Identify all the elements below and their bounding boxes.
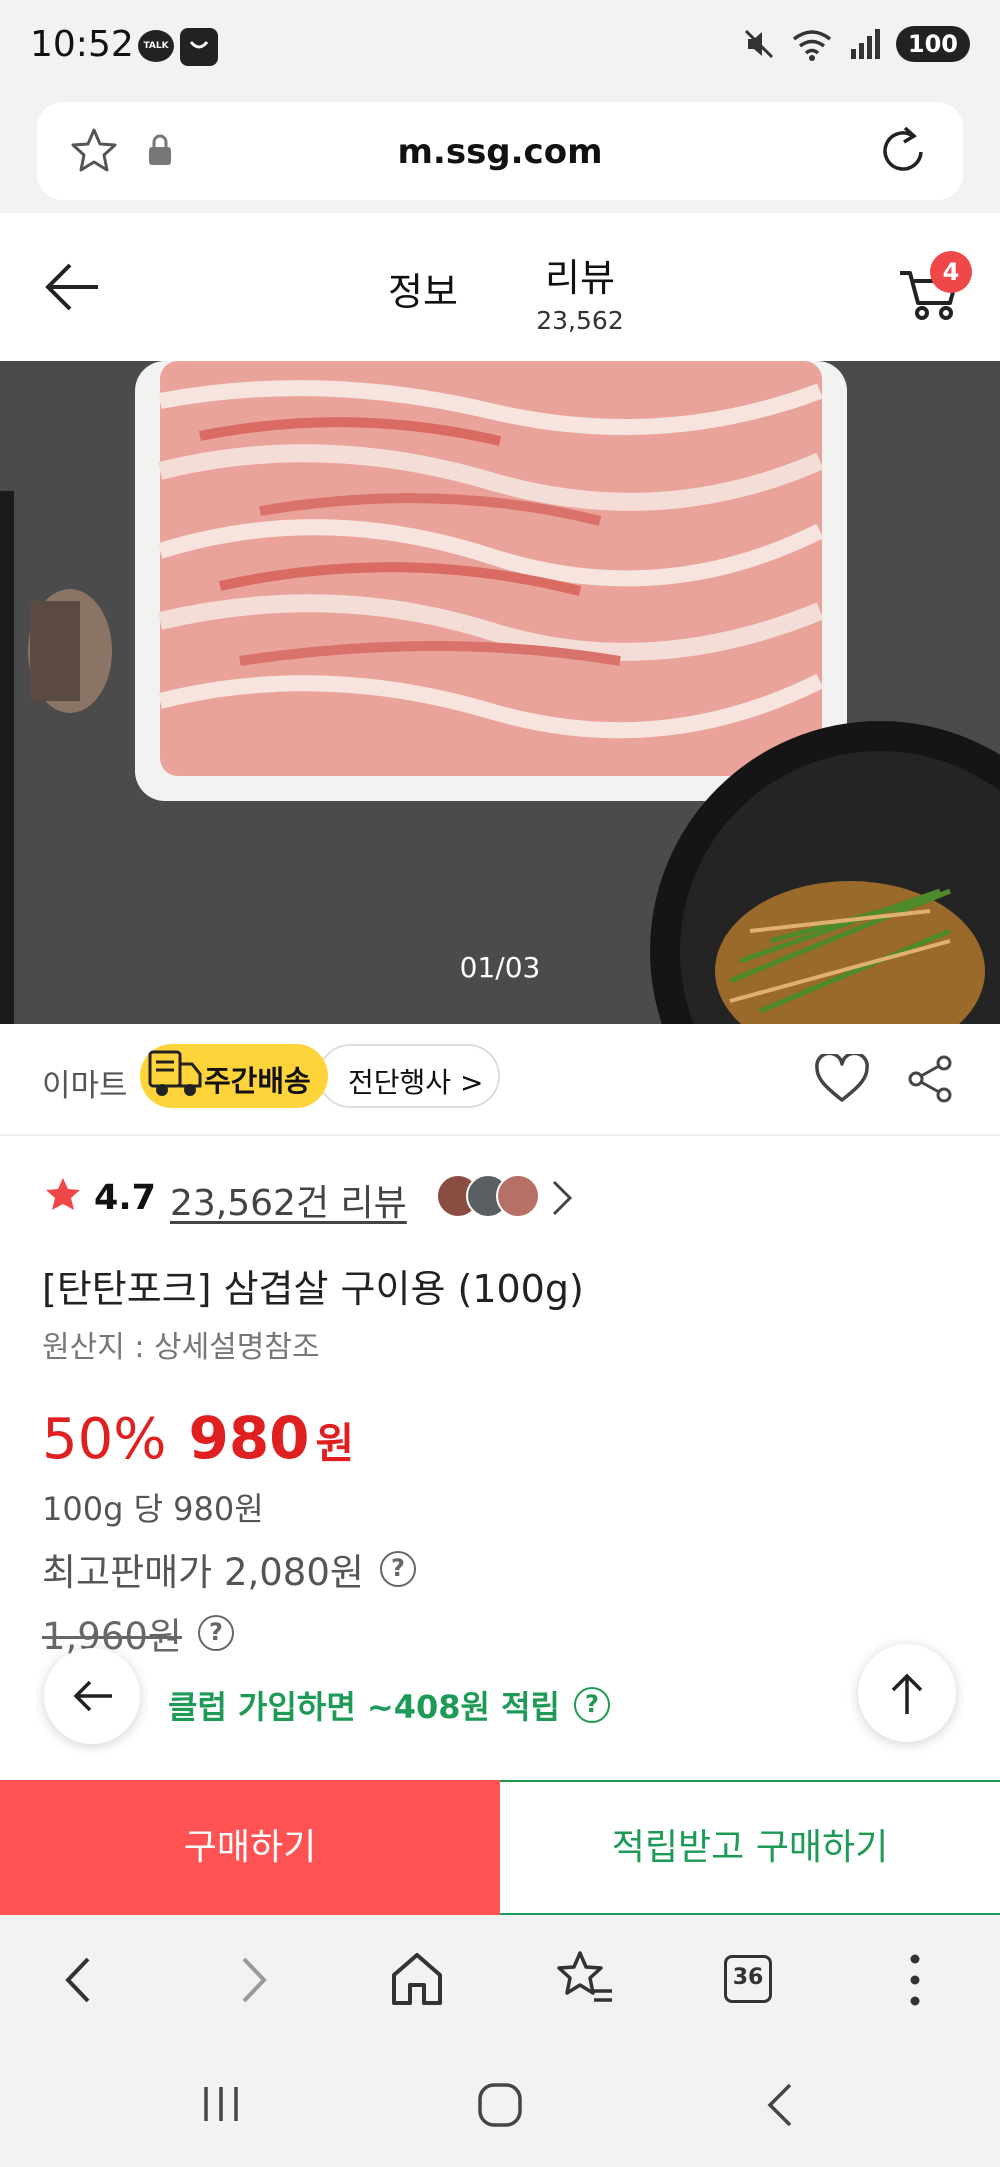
talk-notification-icon: TALK (138, 30, 174, 62)
battery-indicator: 100 (895, 26, 970, 62)
chevron-right-icon[interactable] (550, 1178, 574, 1218)
product-origin: 원산지 : 상세설명참조 (42, 1330, 320, 1365)
rating-star-icon (46, 1178, 80, 1210)
wifi-icon (792, 30, 831, 61)
tabs-button[interactable]: 36 (718, 1945, 788, 2015)
tab-info[interactable]: 정보 (388, 261, 458, 316)
more-menu-icon[interactable] (880, 1945, 950, 2015)
seller-row: 이마트 전단행사 > 주간배송 (0, 1024, 1000, 1136)
sale-price: 980 (188, 1404, 310, 1472)
mute-icon (744, 29, 773, 59)
share-icon[interactable] (906, 1054, 956, 1104)
reward-buy-button[interactable]: 적립받고 구매하기 (500, 1780, 1000, 1915)
status-time: 10:52 (30, 24, 134, 65)
review-thumbnail (496, 1174, 540, 1218)
browser-toolbar: 36 (0, 1915, 1000, 2045)
browser-forward-icon[interactable] (216, 1945, 286, 2015)
rating-row: 4.7 23,562건 리뷰 (0, 1150, 1000, 1250)
home-icon[interactable] (382, 1945, 452, 2015)
url-bar[interactable]: m.ssg.com (37, 102, 963, 200)
bookmarks-icon[interactable] (550, 1945, 620, 2015)
product-image[interactable]: 01/03 (0, 361, 1000, 1024)
max-price: 최고판매가 2,080원 (42, 1551, 364, 1594)
product-title: [탄탄포크] 삼겹살 구이용 (100g) (42, 1267, 584, 1311)
tab-review-count: 23,562 (536, 306, 624, 335)
image-counter: 01/03 (459, 951, 541, 984)
system-back-icon[interactable] (762, 2081, 798, 2129)
back-arrow-icon (73, 1680, 112, 1712)
weekly-delivery-label: 주간배송 (204, 1064, 311, 1098)
status-bar: 10:52 TALK 100 (0, 0, 1000, 98)
purchase-bar: 구매하기 적립받고 구매하기 (0, 1780, 1000, 1915)
review-photo-thumbnails[interactable] (436, 1174, 546, 1220)
recent-apps-icon[interactable] (198, 2081, 244, 2127)
heart-icon[interactable] (814, 1054, 870, 1104)
system-home-icon[interactable] (476, 2081, 524, 2129)
product-header: 정보 리뷰 23,562 4 (0, 213, 1000, 361)
product-photo (0, 361, 1000, 1024)
url-text[interactable]: m.ssg.com (37, 132, 963, 172)
shopping-notification-icon (180, 28, 218, 66)
floating-back-button[interactable] (44, 1648, 140, 1744)
tabs-count: 36 (724, 1955, 772, 2003)
back-arrow-icon[interactable] (42, 259, 102, 315)
currency-unit: 원 (315, 1419, 355, 1468)
price-line: 50% 980 원 (42, 1404, 354, 1472)
cart-count-badge: 4 (930, 251, 972, 293)
reward-text: 클럽 가입하면 ~408원 적립 (168, 1688, 560, 1726)
promotion-label: 전단행사 > (348, 1066, 484, 1099)
tab-review[interactable]: 리뷰 23,562 (535, 247, 625, 335)
status-icons: 100 (742, 26, 970, 62)
brand-label[interactable]: 이마트 (42, 1060, 128, 1105)
signal-icon (850, 29, 880, 59)
unit-price: 100g 당 980원 (42, 1490, 264, 1528)
original-price-help-icon[interactable]: ? (197, 1615, 234, 1651)
browser-back-icon[interactable] (46, 1945, 116, 2015)
arrow-up-icon (891, 1673, 923, 1714)
scroll-top-button[interactable] (858, 1644, 956, 1742)
max-price-help-icon[interactable]: ? (379, 1551, 416, 1587)
tab-review-label: 리뷰 (545, 256, 615, 300)
buy-button[interactable]: 구매하기 (0, 1780, 500, 1915)
rating-score: 4.7 (94, 1178, 157, 1218)
system-nav-bar (0, 2045, 1000, 2167)
discount-rate: 50% (42, 1407, 167, 1472)
promotion-badge[interactable]: 전단행사 > (318, 1044, 500, 1108)
max-price-row: 최고판매가 2,080원 ? (42, 1542, 416, 1596)
reward-help-icon[interactable]: ? (574, 1687, 610, 1723)
reviews-link[interactable]: 23,562건 리뷰 (170, 1174, 407, 1226)
delivery-truck-icon (148, 1050, 202, 1096)
browser-url-area: m.ssg.com (0, 98, 1000, 213)
weekly-delivery-badge[interactable]: 주간배송 (140, 1044, 328, 1108)
reload-icon[interactable] (877, 124, 927, 178)
